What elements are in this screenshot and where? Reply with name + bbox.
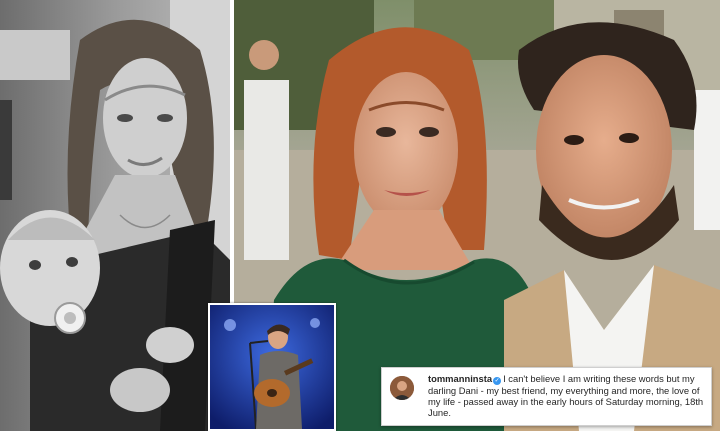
instagram-username[interactable]: tommanninsta — [428, 373, 492, 384]
left-photo-woman-with-baby — [0, 0, 230, 431]
instagram-caption-box: tommanninsta ✓ I can't believe I am writin… — [381, 367, 712, 426]
verified-badge-icon: ✓ — [493, 377, 502, 385]
inset-photo-singer-guitar — [208, 303, 336, 431]
user-avatar[interactable] — [390, 376, 414, 400]
